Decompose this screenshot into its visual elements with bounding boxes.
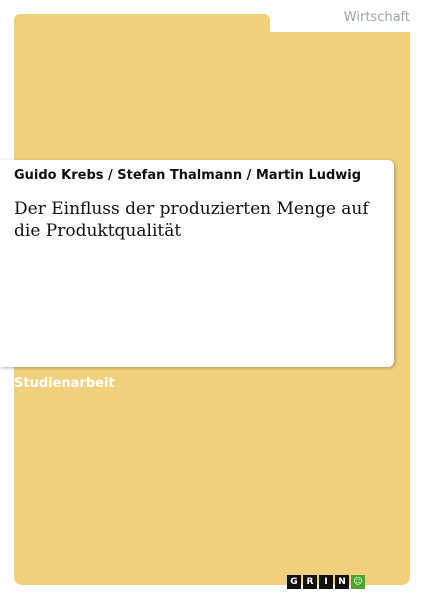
logo-letter: R bbox=[303, 575, 317, 589]
book-title: Der Einfluss der produzierten Menge auf … bbox=[14, 199, 369, 241]
logo-letter: I bbox=[319, 575, 333, 589]
category-label: Wirtschaft bbox=[343, 10, 410, 25]
logo-letter: N bbox=[335, 575, 349, 589]
document-type: Studienarbeit bbox=[14, 376, 115, 391]
grin-logo: G R I N ☺ bbox=[287, 575, 365, 589]
logo-letter: G bbox=[287, 575, 301, 589]
authors: Guido Krebs / Stefan Thalmann / Martin L… bbox=[14, 168, 362, 183]
smiley-icon: ☺ bbox=[351, 575, 365, 589]
title-card: Guido Krebs / Stefan Thalmann / Martin L… bbox=[0, 160, 394, 367]
